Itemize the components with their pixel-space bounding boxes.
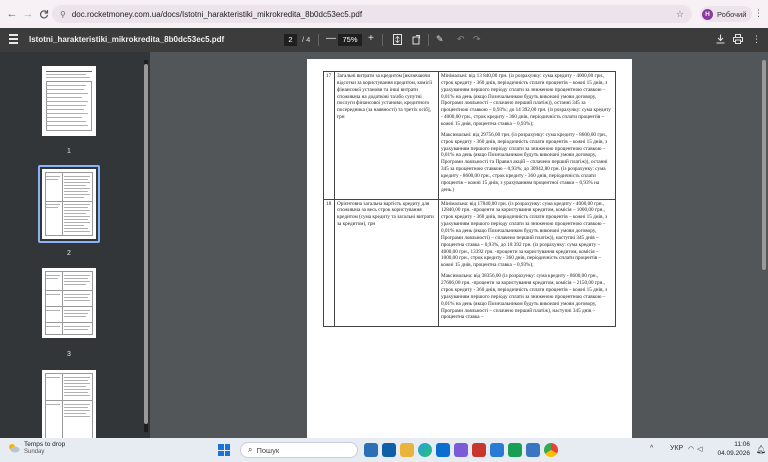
download-icon[interactable] bbox=[716, 34, 725, 46]
undo-icon[interactable]: ↶ bbox=[457, 34, 465, 45]
store-icon[interactable] bbox=[436, 443, 450, 457]
browser-menu-icon[interactable]: ⋮ bbox=[754, 8, 763, 19]
url-text: doc.rocketmoney.com.ua/docs/Istotni_hara… bbox=[71, 9, 363, 19]
app-icon[interactable] bbox=[472, 443, 486, 457]
zoom-in-button[interactable]: + bbox=[368, 33, 374, 44]
thumbnail-label: 3 bbox=[67, 351, 71, 358]
page-thumbnail-1[interactable] bbox=[42, 66, 96, 136]
volume-icon[interactable]: ◁ bbox=[697, 445, 702, 453]
rotate-icon[interactable] bbox=[412, 34, 422, 47]
notification-bell-icon[interactable]: 🔔︎ bbox=[756, 445, 766, 454]
pdf-viewer: 17 Загальні витрати за кредитом [включаю… bbox=[150, 52, 768, 438]
clock-time: 11:06 bbox=[734, 441, 750, 448]
address-bar[interactable]: ⚲ doc.rocketmoney.com.ua/docs/Istotni_ha… bbox=[52, 5, 692, 23]
page-number-input[interactable]: 2 bbox=[284, 34, 297, 46]
chrome-icon[interactable] bbox=[544, 443, 558, 457]
viewer-scrollbar[interactable] bbox=[762, 60, 767, 432]
table-row: 17 Загальні витрати за кредитом [включаю… bbox=[323, 71, 616, 200]
divider bbox=[428, 34, 429, 46]
tray-overflow-icon[interactable]: ^ bbox=[650, 445, 653, 452]
reload-icon bbox=[39, 10, 49, 19]
thumbnail-sidebar: 1 2 3 bbox=[0, 52, 150, 438]
profile-chip[interactable]: Н Робочий bbox=[700, 6, 753, 22]
row-title: Загальні витрати за кредитом [включаючи … bbox=[334, 71, 439, 200]
file-explorer-icon[interactable] bbox=[400, 443, 414, 457]
pdf-toolbar: Istotni_harakteristiki_mikrokredita_8b0d… bbox=[0, 28, 768, 52]
weather-headline: Temps to drop bbox=[24, 441, 66, 448]
profile-name: Робочий bbox=[717, 9, 747, 19]
app-icon[interactable] bbox=[490, 443, 504, 457]
taskbar: Temps to drop Sunday ⌕ Пошук ^ УКР ◠ ◁ 1… bbox=[0, 438, 768, 462]
row-value: Мінімальні: від 13 840,00 грн. (із розра… bbox=[438, 71, 616, 200]
paragraph: Мінімальна: від 17840,00 грн. (із розрах… bbox=[441, 200, 608, 269]
paragraph: Мінімальні: від 13 840,00 грн. (із розра… bbox=[441, 73, 612, 128]
language-indicator[interactable]: УКР bbox=[670, 445, 683, 452]
browser-toolbar: ← → ⚲ doc.rocketmoney.com.ua/docs/Istotn… bbox=[0, 0, 768, 28]
row-value: Мінімальна: від 17840,00 грн. (із розрах… bbox=[438, 198, 616, 328]
app-icon[interactable] bbox=[454, 443, 468, 457]
zoom-out-button[interactable]: — bbox=[326, 33, 336, 44]
sidebar-scrollbar[interactable] bbox=[144, 60, 148, 432]
thumbnail-label: 1 bbox=[67, 148, 71, 155]
zoom-input[interactable]: 75% bbox=[338, 34, 362, 46]
site-info-icon[interactable]: ⚲ bbox=[60, 10, 66, 19]
bookmark-star-icon[interactable]: ☆ bbox=[676, 9, 684, 20]
clock-date: 04.09.2026 bbox=[717, 449, 750, 457]
pdf-filename: Istotni_harakteristiki_mikrokredita_8b0d… bbox=[29, 35, 225, 44]
cloud-icon bbox=[9, 443, 20, 453]
reload-button[interactable] bbox=[36, 6, 52, 22]
page-thumbnail-3[interactable] bbox=[42, 268, 96, 338]
divider bbox=[318, 34, 319, 46]
wifi-icon[interactable]: ◠ bbox=[688, 445, 694, 453]
system-clock[interactable]: 11:06 04.09.2026 bbox=[704, 441, 750, 459]
app-icon[interactable] bbox=[508, 443, 522, 457]
taskbar-search[interactable]: ⌕ Пошук bbox=[240, 442, 358, 458]
start-button[interactable] bbox=[218, 444, 230, 456]
paragraph: Максимальна: від 38356,00 (із розрахунку… bbox=[441, 273, 608, 321]
draw-icon[interactable]: ✎ bbox=[436, 34, 444, 45]
divider bbox=[382, 34, 383, 46]
back-button[interactable]: ← bbox=[4, 6, 20, 22]
redo-icon[interactable]: ↷ bbox=[473, 34, 481, 45]
fit-page-icon[interactable] bbox=[393, 34, 402, 47]
row-number: 17 bbox=[323, 71, 335, 200]
task-view-icon[interactable] bbox=[364, 443, 378, 457]
app-icon[interactable] bbox=[526, 443, 540, 457]
table-row: 18 Орієнтовна загальна вартість кредиту … bbox=[323, 198, 616, 328]
print-icon[interactable] bbox=[733, 34, 743, 46]
search-icon: ⌕ bbox=[248, 445, 253, 454]
widgets-icon[interactable] bbox=[382, 443, 396, 457]
thumbnail-label: 2 bbox=[67, 250, 71, 257]
page-total: / 4 bbox=[302, 35, 311, 44]
avatar: Н bbox=[702, 8, 713, 20]
search-placeholder: Пошук bbox=[256, 445, 280, 455]
weather-widget[interactable]: Temps to drop Sunday bbox=[8, 441, 65, 455]
page-thumbnail-4[interactable] bbox=[42, 370, 96, 438]
pdf-page: 17 Загальні витрати за кредитом [включаю… bbox=[307, 59, 632, 438]
paragraph: Максимальні: від 29756,00 грн. (із розра… bbox=[441, 131, 608, 193]
page-thumbnail-2[interactable] bbox=[42, 169, 96, 239]
weather-day: Sunday bbox=[24, 448, 45, 455]
characteristics-table: 17 Загальні витрати за кредитом [включаю… bbox=[323, 71, 616, 328]
sidebar-menu-icon[interactable] bbox=[9, 34, 18, 46]
more-options-icon[interactable]: ⋮ bbox=[752, 34, 761, 45]
forward-button[interactable]: → bbox=[20, 6, 36, 22]
row-title: Орієнтовна загальна вартість кредиту для… bbox=[334, 198, 439, 328]
edge-icon[interactable] bbox=[418, 443, 432, 457]
row-number: 18 bbox=[323, 198, 335, 328]
